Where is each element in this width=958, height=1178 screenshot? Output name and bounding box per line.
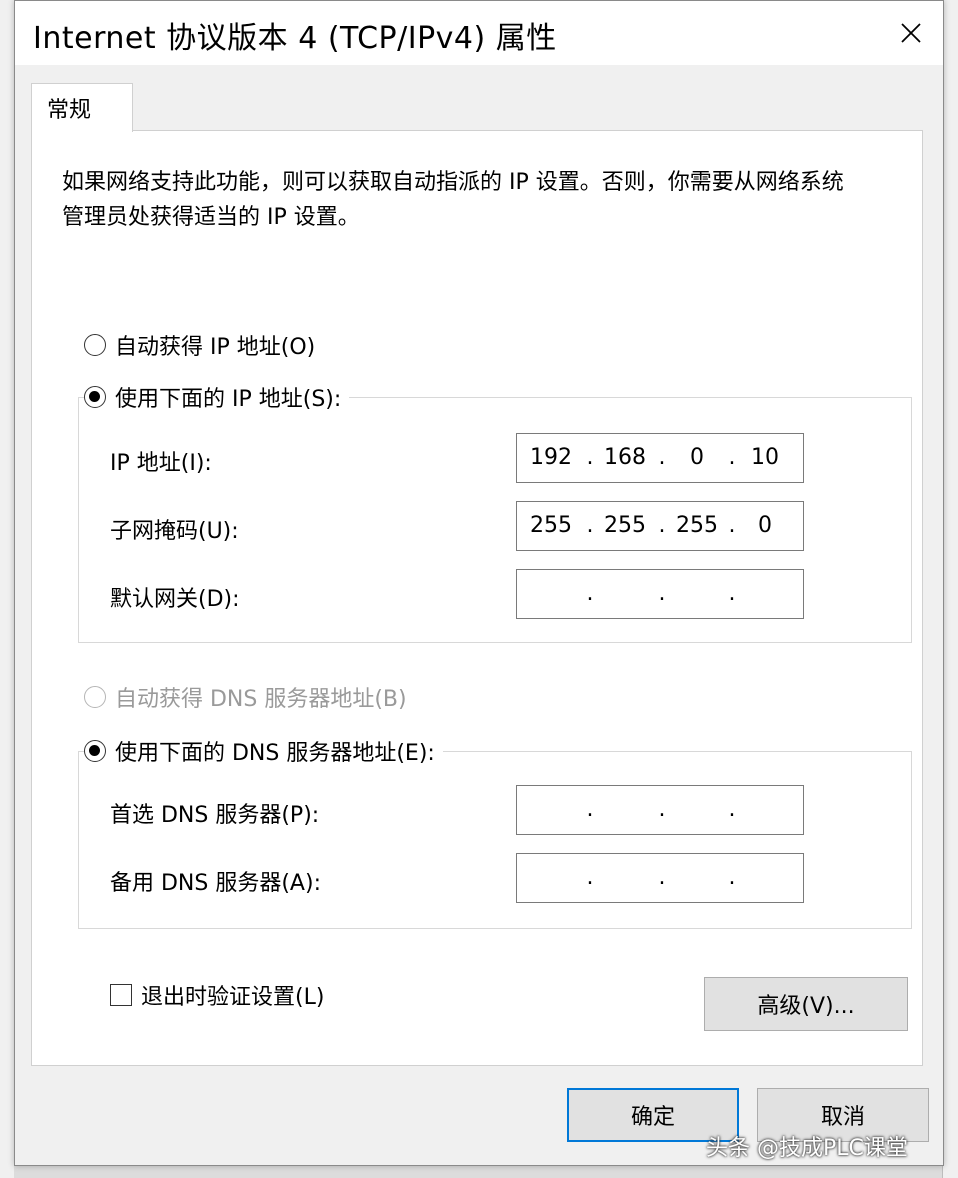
auto-dns-radio-label: 自动获得 DNS 服务器地址(B)	[115, 687, 407, 712]
gateway-dot: .	[658, 581, 666, 606]
auto-dns-radio-circle[interactable]	[84, 686, 106, 708]
preferred-dns-label: 首选 DNS 服务器(P):	[110, 803, 320, 828]
close-button[interactable]	[879, 1, 943, 65]
tcpip-properties-dialog: Internet 协议版本 4 (TCP/IPv4) 属性 常规 如果网络支持此…	[14, 0, 944, 1166]
background-window-left	[0, 0, 14, 1178]
close-icon	[901, 23, 921, 43]
ip-octet-4: 10	[751, 445, 779, 470]
title-bar[interactable]: Internet 协议版本 4 (TCP/IPv4) 属性	[15, 1, 943, 65]
manual-ip-radio[interactable]: 使用下面的 IP 地址(S):	[84, 381, 350, 413]
ip-dot: .	[658, 445, 666, 470]
manual-dns-radio-label: 使用下面的 DNS 服务器地址(E):	[115, 741, 435, 766]
window-title: Internet 协议版本 4 (TCP/IPv4) 属性	[33, 21, 557, 56]
subnet-octet-2: 255	[604, 513, 646, 538]
ip-dot: .	[586, 445, 594, 470]
default-gateway-input[interactable]: . . .	[516, 569, 804, 619]
preferred-dns-dot: .	[728, 797, 736, 822]
manual-dns-radio-circle[interactable]	[84, 740, 106, 762]
auto-ip-radio[interactable]: 自动获得 IP 地址(O)	[84, 329, 315, 361]
description-text: 如果网络支持此功能，则可以获取自动指派的 IP 设置。否则，你需要从网络系统管理…	[62, 170, 844, 230]
tab-general-label: 常规	[47, 98, 92, 123]
subnet-octet-1: 255	[530, 513, 572, 538]
subnet-dot: .	[658, 513, 666, 538]
ip-address-label: IP 地址(I):	[110, 451, 212, 476]
subnet-dot: .	[728, 513, 736, 538]
manual-dns-radio[interactable]: 使用下面的 DNS 服务器地址(E):	[84, 735, 443, 767]
validate-checkbox-box[interactable]	[110, 984, 132, 1006]
preferred-dns-dot: .	[658, 797, 666, 822]
watermark-text: 头条 @技成PLC课堂	[706, 1136, 908, 1161]
ip-address-input[interactable]: 192 . 168 . 0 . 10	[516, 433, 804, 483]
background-window-right	[942, 0, 958, 1178]
gateway-dot: .	[586, 581, 594, 606]
validate-on-exit-checkbox[interactable]: 退出时验证设置(L)	[110, 979, 324, 1011]
tab-general[interactable]: 常规	[31, 83, 133, 132]
preferred-dns-input[interactable]: . . .	[516, 785, 804, 835]
subnet-mask-input[interactable]: 255 . 255 . 255 . 0	[516, 501, 804, 551]
alternate-dns-dot: .	[586, 865, 594, 890]
ip-dot: .	[728, 445, 736, 470]
auto-ip-radio-circle[interactable]	[84, 334, 106, 356]
ip-octet-1: 192	[530, 445, 572, 470]
subnet-dot: .	[586, 513, 594, 538]
ip-octet-2: 168	[604, 445, 646, 470]
subnet-octet-3: 255	[676, 513, 718, 538]
alternate-dns-dot: .	[728, 865, 736, 890]
auto-dns-radio[interactable]: 自动获得 DNS 服务器地址(B)	[84, 681, 407, 713]
ip-octet-3: 0	[690, 445, 704, 470]
gateway-dot: .	[728, 581, 736, 606]
subnet-octet-4: 0	[758, 513, 772, 538]
alternate-dns-input[interactable]: . . .	[516, 853, 804, 903]
advanced-button[interactable]: 高级(V)...	[704, 977, 908, 1031]
auto-ip-radio-label: 自动获得 IP 地址(O)	[115, 335, 316, 360]
manual-ip-radio-circle[interactable]	[84, 386, 106, 408]
alternate-dns-label: 备用 DNS 服务器(A):	[110, 871, 321, 896]
preferred-dns-dot: .	[586, 797, 594, 822]
validate-checkbox-label: 退出时验证设置(L)	[141, 985, 325, 1010]
default-gateway-label: 默认网关(D):	[110, 587, 240, 612]
general-tab-panel: 如果网络支持此功能，则可以获取自动指派的 IP 设置。否则，你需要从网络系统管理…	[31, 130, 923, 1066]
alternate-dns-dot: .	[658, 865, 666, 890]
subnet-mask-label: 子网掩码(U):	[110, 519, 239, 544]
manual-ip-radio-label: 使用下面的 IP 地址(S):	[115, 387, 342, 412]
